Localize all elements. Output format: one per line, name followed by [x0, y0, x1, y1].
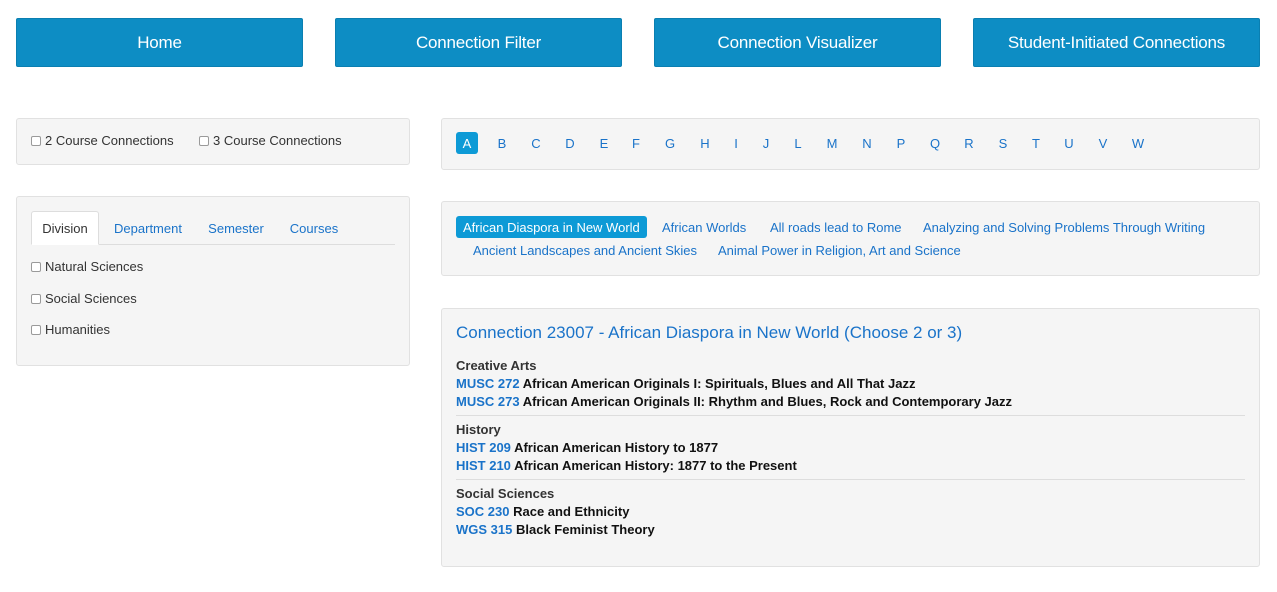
humanities-checkbox[interactable]	[31, 324, 41, 335]
course-title: Black Feminist Theory	[515, 522, 655, 537]
course-code-link[interactable]: MUSC 273	[456, 394, 520, 409]
social-sciences-label: Social Sciences	[45, 291, 137, 306]
letter-i[interactable]: I	[725, 132, 747, 154]
connection-detail-panel: Connection 23007 - African Diaspora in N…	[441, 308, 1260, 567]
connection-link-all-roads-rome[interactable]: All roads lead to Rome	[770, 216, 902, 238]
course-title: Race and Ethnicity	[513, 504, 630, 519]
course-row: HIST 209 African American History to 187…	[456, 439, 1245, 457]
two-course-checkbox[interactable]	[31, 135, 41, 146]
connection-filter-button[interactable]: Connection Filter	[335, 18, 622, 67]
tab-courses[interactable]: Courses	[289, 211, 339, 245]
letter-p[interactable]: P	[890, 132, 912, 154]
course-code-link[interactable]: HIST 210	[456, 458, 511, 473]
course-row: SOC 230 Race and Ethnicity	[456, 503, 1245, 521]
division-natural-sciences[interactable]: Natural Sciences	[31, 259, 143, 274]
course-row: HIST 210 African American History: 1877 …	[456, 457, 1245, 475]
course-code-link[interactable]: HIST 209	[456, 440, 511, 455]
natural-sciences-label: Natural Sciences	[45, 259, 144, 274]
connection-title: Connection 23007 - African Diaspora in N…	[456, 323, 963, 342]
student-initiated-connections-button[interactable]: Student-Initiated Connections	[973, 18, 1260, 67]
letter-v[interactable]: V	[1092, 132, 1114, 154]
letter-j[interactable]: J	[755, 132, 777, 154]
tab-division[interactable]: Division	[31, 211, 99, 245]
connection-link-african-worlds[interactable]: African Worlds	[662, 216, 746, 238]
group-divider	[456, 415, 1245, 416]
connection-link-african-diaspora[interactable]: African Diaspora in New World	[456, 216, 647, 238]
letter-c[interactable]: C	[525, 132, 547, 154]
three-course-label: 3 Course Connections	[213, 133, 342, 148]
connection-link-animal-power[interactable]: Animal Power in Religion, Art and Scienc…	[718, 239, 961, 261]
course-code-link[interactable]: MUSC 272	[456, 376, 520, 391]
natural-sciences-checkbox[interactable]	[31, 261, 41, 272]
letter-n[interactable]: N	[856, 132, 878, 154]
course-title: African American Originals I: Spirituals…	[522, 376, 916, 391]
course-group-history: History HIST 209 African American Histor…	[456, 421, 1245, 475]
letter-r[interactable]: R	[958, 132, 980, 154]
group-divider	[456, 479, 1245, 480]
letter-u[interactable]: U	[1058, 132, 1080, 154]
home-button[interactable]: Home	[16, 18, 303, 67]
connection-link-ancient-landscapes[interactable]: Ancient Landscapes and Ancient Skies	[473, 239, 697, 261]
letter-l[interactable]: L	[787, 132, 809, 154]
group-title: History	[456, 422, 501, 437]
top-navigation: Home Connection Filter Connection Visual…	[16, 18, 1260, 68]
letter-q[interactable]: Q	[924, 132, 946, 154]
course-group-creative-arts: Creative Arts MUSC 272 African American …	[456, 357, 1245, 411]
course-code-link[interactable]: WGS 315	[456, 522, 512, 537]
letter-h[interactable]: H	[694, 132, 716, 154]
division-humanities[interactable]: Humanities	[31, 322, 110, 337]
letter-m[interactable]: M	[821, 132, 843, 154]
two-course-option[interactable]: 2 Course Connections	[31, 133, 174, 148]
letter-f[interactable]: F	[625, 132, 647, 154]
course-title: African American History to 1877	[514, 440, 719, 455]
humanities-label: Humanities	[45, 322, 111, 337]
letter-t[interactable]: T	[1025, 132, 1047, 154]
filter-tabs: Division Department Semester Courses	[31, 211, 395, 245]
course-code-link[interactable]: SOC 230	[456, 504, 509, 519]
two-course-label: 2 Course Connections	[45, 133, 174, 148]
letter-b[interactable]: B	[491, 132, 513, 154]
course-title: African American History: 1877 to the Pr…	[514, 458, 797, 473]
connection-link-analyzing-solving[interactable]: Analyzing and Solving Problems Through W…	[923, 216, 1205, 238]
connections-list-panel: African Diaspora in New World African Wo…	[441, 201, 1260, 276]
course-row: WGS 315 Black Feminist Theory	[456, 521, 1245, 539]
filter-panel: Division Department Semester Courses Nat…	[16, 196, 410, 366]
social-sciences-checkbox[interactable]	[31, 293, 41, 304]
letter-w[interactable]: W	[1127, 132, 1149, 154]
course-row: MUSC 273 African American Originals II: …	[456, 393, 1245, 411]
group-title: Creative Arts	[456, 358, 537, 373]
group-title: Social Sciences	[456, 486, 555, 501]
three-course-checkbox[interactable]	[199, 135, 209, 146]
letter-s[interactable]: S	[992, 132, 1014, 154]
letter-g[interactable]: G	[659, 132, 681, 154]
letter-e[interactable]: E	[593, 132, 615, 154]
connection-visualizer-button[interactable]: Connection Visualizer	[654, 18, 941, 67]
alphabet-index-panel: A B C D E F G H I J L M N P Q R S T U V …	[441, 118, 1260, 170]
letter-d[interactable]: D	[559, 132, 581, 154]
course-count-panel: 2 Course Connections 3 Course Connection…	[16, 118, 410, 165]
division-social-sciences[interactable]: Social Sciences	[31, 291, 137, 306]
course-title: African American Originals II: Rhythm an…	[522, 394, 1013, 409]
three-course-option[interactable]: 3 Course Connections	[199, 133, 342, 148]
tab-department[interactable]: Department	[113, 211, 183, 245]
course-group-social-sciences: Social Sciences SOC 230 Race and Ethnici…	[456, 485, 1245, 539]
letter-a[interactable]: A	[456, 132, 478, 154]
tab-semester[interactable]: Semester	[207, 211, 265, 245]
course-row: MUSC 272 African American Originals I: S…	[456, 375, 1245, 393]
